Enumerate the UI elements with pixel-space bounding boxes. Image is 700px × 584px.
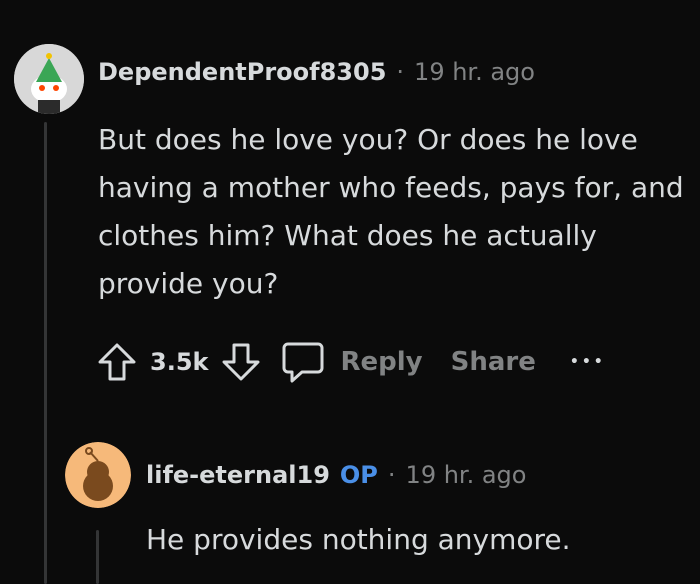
reply-button[interactable]: Reply [280,340,423,384]
snoo-avatar-icon [14,44,84,114]
share-label: Share [450,347,536,377]
avatar[interactable] [14,44,84,114]
comment-username[interactable]: DependentProof8305 [98,58,386,86]
comment-actions: 3.5k Reply Share ••• [96,340,606,384]
reply-meta: life-eternal19 OP · 19 hr. ago [146,461,526,489]
reply-thread-line[interactable] [96,530,99,584]
reply-timestamp[interactable]: 19 hr. ago [406,461,527,489]
comment-meta: DependentProof8305 · 19 hr. ago [98,58,535,86]
more-options-button[interactable]: ••• [570,354,606,370]
upvote-button[interactable] [96,341,138,383]
separator-dot: · [387,461,396,489]
share-button[interactable]: Share [451,347,536,377]
snoo-avatar-icon [65,442,131,508]
reply-avatar[interactable] [65,442,131,508]
downvote-arrow-icon [222,343,260,381]
reply-label: Reply [340,347,423,377]
vote-score: 3.5k [150,348,209,376]
comment-bubble-icon [282,342,324,383]
op-badge: OP [339,461,378,489]
comment-timestamp[interactable]: 19 hr. ago [414,58,535,86]
separator-dot: · [396,58,405,86]
upvote-arrow-icon [98,343,136,381]
more-options-icon: ••• [569,354,606,370]
downvote-button[interactable] [220,341,262,383]
reply-body: He provides nothing anymore. [146,523,571,556]
thread-line[interactable] [44,122,47,584]
comment-body: But does he love you? Or does he love ha… [98,123,684,300]
reply-username[interactable]: life-eternal19 [146,461,330,489]
